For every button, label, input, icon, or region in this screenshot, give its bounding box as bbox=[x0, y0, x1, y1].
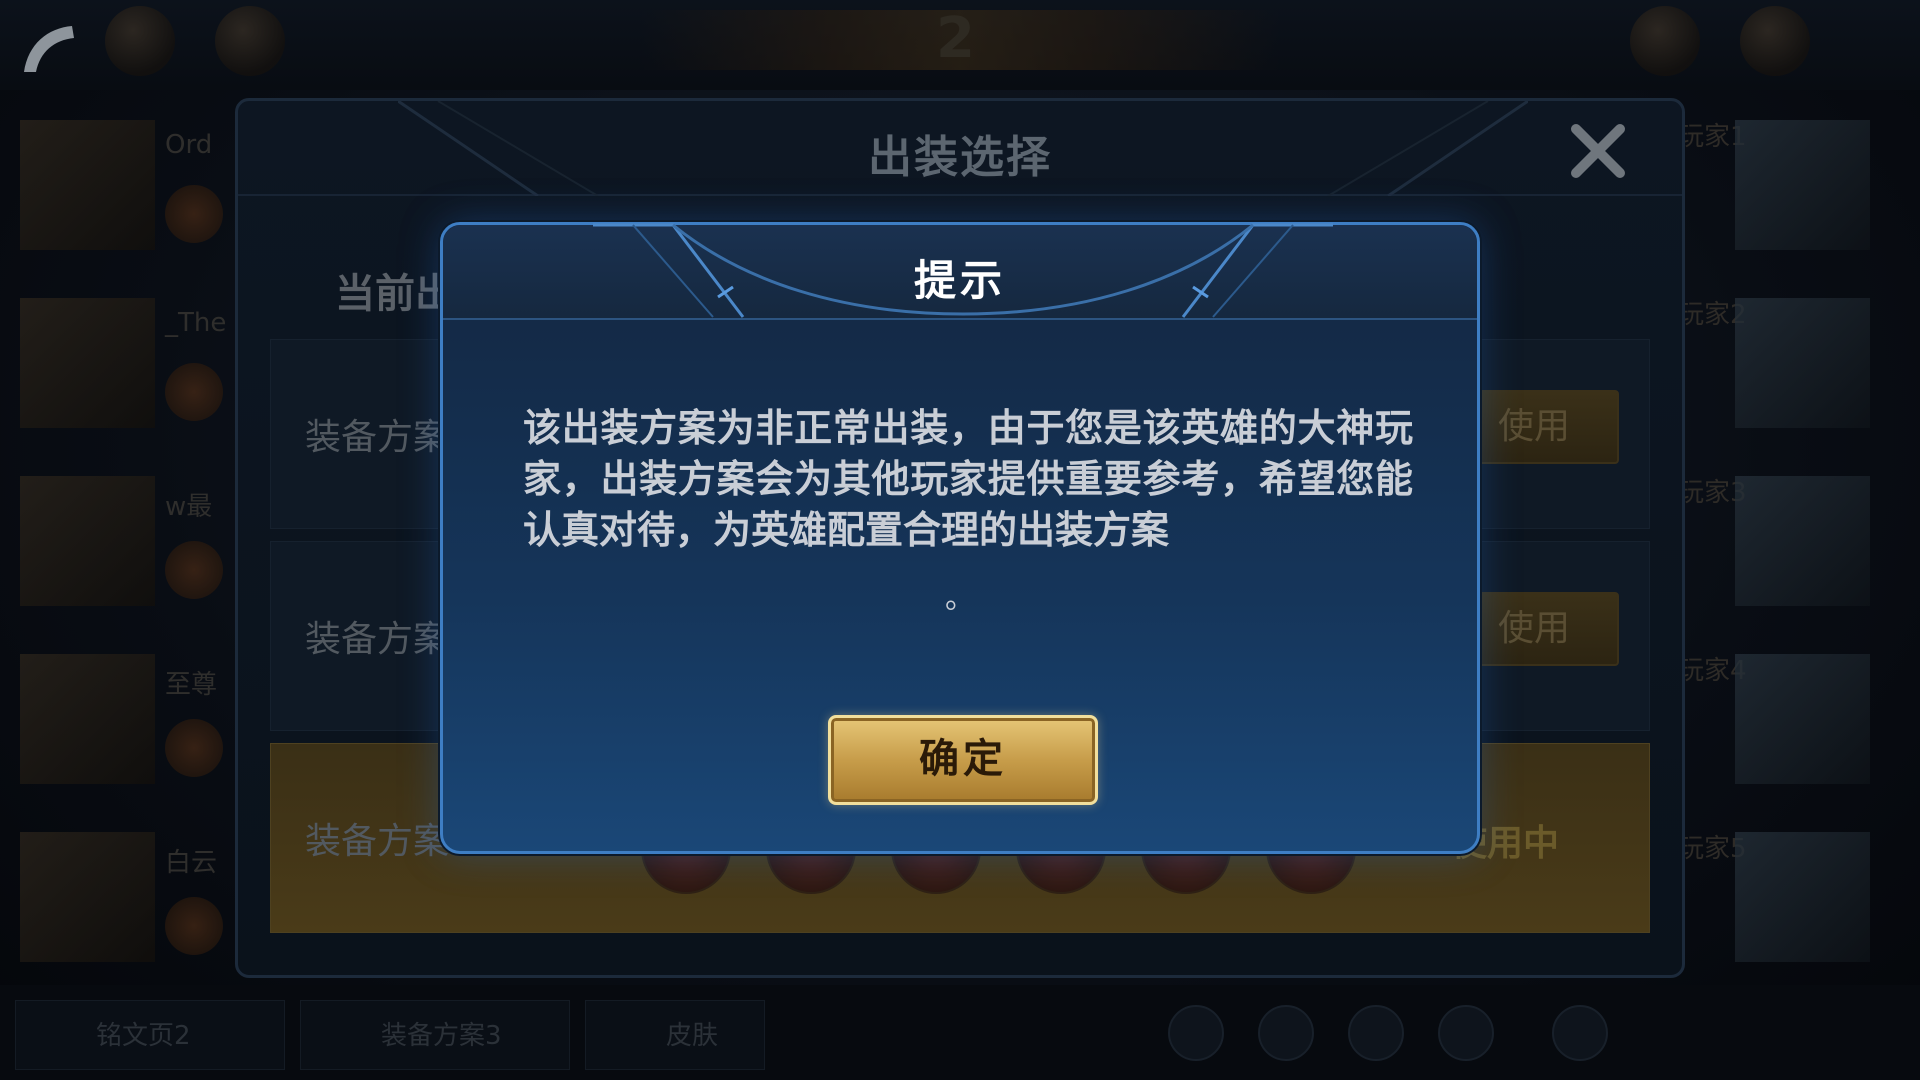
dialog-message: 该出装方案为非正常出装，由于您是该英雄的大神玩家，出装方案会为其他玩家提供重要参… bbox=[523, 406, 1413, 552]
left-player-slot: _The bbox=[0, 278, 230, 438]
player-name: w最 bbox=[165, 492, 213, 522]
player-name: Ord bbox=[165, 130, 213, 160]
back-arrow-icon[interactable] bbox=[14, 14, 84, 84]
left-player-slot: 至尊 bbox=[0, 634, 230, 794]
equipment-plan-button[interactable]: 装备方案3 bbox=[300, 1000, 570, 1070]
dialog-title: 提示 bbox=[913, 256, 1006, 305]
player-name: 白云 bbox=[165, 848, 218, 878]
hero-portrait bbox=[1735, 120, 1870, 250]
right-player-slot: 玩家4 bbox=[1670, 634, 1900, 794]
right-player-slot: 玩家5 bbox=[1670, 812, 1900, 972]
mic-icon[interactable] bbox=[1348, 1005, 1404, 1061]
plan-label: 装备方案 bbox=[305, 619, 450, 660]
hero-portrait bbox=[20, 298, 155, 428]
plan-label: 装备方案 bbox=[305, 821, 450, 862]
teammate-avatar bbox=[105, 6, 175, 76]
enemy-avatar bbox=[1630, 6, 1700, 76]
chat-icon[interactable] bbox=[1552, 1005, 1608, 1061]
teammate-avatar bbox=[215, 6, 285, 76]
confirm-button[interactable]: 确定 bbox=[828, 715, 1098, 805]
settings-icon[interactable] bbox=[1438, 1005, 1494, 1061]
rank-badge-icon bbox=[165, 541, 223, 599]
edit-icon[interactable] bbox=[1168, 1005, 1224, 1061]
voice-icon[interactable] bbox=[1258, 1005, 1314, 1061]
rank-badge-icon bbox=[165, 897, 223, 955]
score-number: 2 bbox=[936, 6, 975, 71]
hero-portrait bbox=[20, 120, 155, 250]
tip-dialog: 提示 该出装方案为非正常出装，由于您是该英雄的大神玩家，出装方案会为其他玩家提供… bbox=[440, 222, 1480, 854]
hero-portrait bbox=[20, 654, 155, 784]
rune-page-button[interactable]: 铭文页2 bbox=[15, 1000, 285, 1070]
panel-title: 出装选择 bbox=[868, 132, 1052, 183]
dialog-message-end: 。 bbox=[945, 581, 975, 616]
hero-portrait bbox=[20, 476, 155, 606]
skin-button[interactable]: 皮肤 bbox=[585, 1000, 765, 1070]
hero-portrait bbox=[1735, 654, 1870, 784]
panel-header: 出装选择 bbox=[238, 101, 1682, 196]
rank-badge-icon bbox=[165, 363, 223, 421]
hero-portrait bbox=[1735, 476, 1870, 606]
player-name: _The bbox=[165, 308, 227, 338]
bottom-bar bbox=[0, 985, 1920, 1080]
left-player-slot: w最 bbox=[0, 456, 230, 616]
left-player-slot: Ord bbox=[0, 100, 230, 260]
rank-badge-icon bbox=[165, 185, 223, 243]
left-player-slot: 白云 bbox=[0, 812, 230, 972]
right-player-slot: 玩家1 bbox=[1670, 100, 1900, 260]
player-name: 至尊 bbox=[165, 670, 218, 700]
hero-portrait bbox=[1735, 298, 1870, 428]
hero-portrait bbox=[20, 832, 155, 962]
game-screen: 2 Ord _The w最 至尊 白云 玩家1 玩家2 玩家3 玩家4 玩家5 … bbox=[0, 0, 1920, 1080]
dialog-header: 提示 bbox=[443, 223, 1477, 320]
right-player-slot: 玩家2 bbox=[1670, 278, 1900, 438]
hero-portrait bbox=[1735, 832, 1870, 962]
rank-badge-icon bbox=[165, 719, 223, 777]
current-outfit-label: 当前出 bbox=[335, 271, 455, 317]
enemy-avatar bbox=[1740, 6, 1810, 76]
right-player-slot: 玩家3 bbox=[1670, 456, 1900, 616]
top-bar: 2 bbox=[0, 0, 1920, 90]
close-icon[interactable] bbox=[1566, 119, 1630, 183]
plan-label: 装备方案 bbox=[305, 417, 450, 458]
